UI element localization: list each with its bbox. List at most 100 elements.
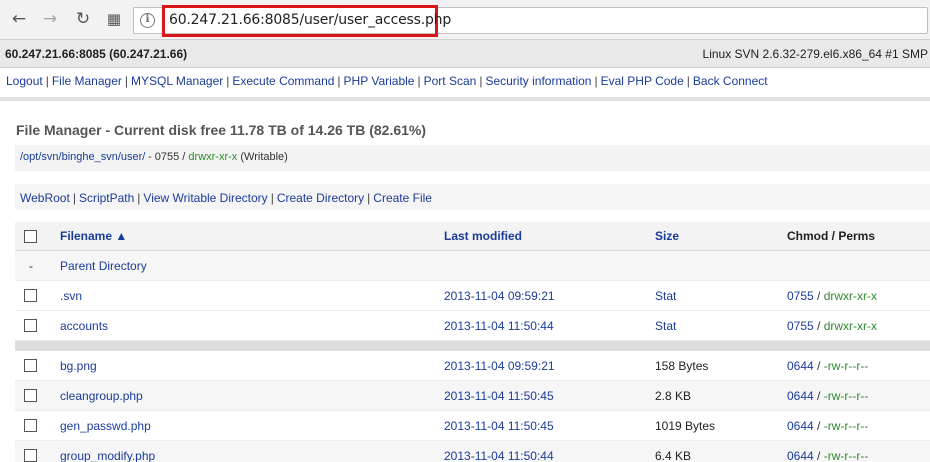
dir-name-link[interactable]: accounts xyxy=(60,319,108,333)
perm-string: -rw-r--r-- xyxy=(823,359,869,373)
parent-directory-link[interactable]: Parent Directory xyxy=(60,259,147,273)
modified-date-link[interactable]: 2013-11-04 11:50:44 xyxy=(444,449,554,462)
menu-php-variable[interactable]: PHP Variable xyxy=(344,74,415,88)
action-separator: | xyxy=(367,191,371,205)
file-name-link[interactable]: cleangroup.php xyxy=(60,389,143,403)
parent-directory-row: - Parent Directory xyxy=(15,251,930,281)
chmod-link[interactable]: 0755 xyxy=(787,289,814,303)
menu-separator: | xyxy=(594,74,598,88)
table-row: accounts 2013-11-04 11:50:44 Stat 0755 /… xyxy=(15,311,930,341)
reload-icon[interactable]: ↻ xyxy=(73,9,93,29)
menu-file-manager[interactable]: File Manager xyxy=(52,74,122,88)
parent-dash: - xyxy=(29,259,33,273)
perm-separator: / xyxy=(813,389,824,403)
os-label: Linux SVN 2.6.32-279.el6.x86_64 #1 SMP xyxy=(702,47,928,61)
row-checkbox[interactable] xyxy=(24,289,37,302)
perm-separator: / xyxy=(813,449,824,462)
back-arrow-icon[interactable]: ← xyxy=(9,9,29,29)
dir-name-link[interactable]: .svn xyxy=(60,289,82,303)
page-info-icon[interactable]: i xyxy=(140,13,155,28)
row-checkbox[interactable] xyxy=(24,449,37,462)
perm-string: drwxr-xr-x xyxy=(823,319,878,333)
writable-label: (Writable) xyxy=(237,151,288,163)
menu-execute-command[interactable]: Execute Command xyxy=(232,74,334,88)
chmod-link[interactable]: 0644 xyxy=(787,359,814,373)
path-permissions: - 0755 / drwxr-xr-x (Writable) xyxy=(145,151,288,163)
perm-separator: / xyxy=(813,419,824,433)
url-text[interactable]: 60.247.21.66:8085/user/user_access.php xyxy=(169,12,451,28)
page-title: File Manager - Current disk free 11.78 T… xyxy=(16,122,427,138)
forward-arrow-icon[interactable]: → xyxy=(40,9,60,29)
perm-string: drwxr-xr-x xyxy=(823,289,878,303)
file-size: 2.8 KB xyxy=(655,389,692,403)
action-separator: | xyxy=(270,191,274,205)
menu-logout[interactable]: Logout xyxy=(6,74,43,88)
menu-mysql-manager[interactable]: MYSQL Manager xyxy=(131,74,223,88)
perm-cell: 0755 / drwxr-xr-x xyxy=(787,319,877,333)
address-bar[interactable]: i 60.247.21.66:8085/user/user_access.php xyxy=(133,5,928,37)
menu-separator: | xyxy=(226,74,230,88)
section-divider xyxy=(0,97,930,101)
action-separator: | xyxy=(72,191,76,205)
perm-string: -rw-r--r-- xyxy=(823,449,869,462)
create-file-link[interactable]: Create File xyxy=(373,191,432,205)
file-size: 6.4 KB xyxy=(655,449,692,462)
table-row: .svn 2013-11-04 09:59:21 Stat 0755 / drw… xyxy=(15,281,930,311)
menu-port-scan[interactable]: Port Scan xyxy=(424,74,477,88)
dir-file-divider xyxy=(15,341,930,351)
chmod-link[interactable]: 0755 xyxy=(787,319,814,333)
chmod-link[interactable]: 0644 xyxy=(787,449,814,462)
menu-separator: | xyxy=(686,74,690,88)
modified-date-link[interactable]: 2013-11-04 11:50:44 xyxy=(444,319,554,333)
scriptpath-link[interactable]: ScriptPath xyxy=(79,191,134,205)
sort-modified-header[interactable]: Last modified xyxy=(444,229,522,243)
apps-grid-icon[interactable]: ▦ xyxy=(104,9,124,29)
table-row: cleangroup.php 2013-11-04 11:50:45 2.8 K… xyxy=(15,381,930,411)
file-name-link[interactable]: bg.png xyxy=(60,359,97,373)
perm-separator: / xyxy=(813,289,824,303)
menu-separator: | xyxy=(417,74,421,88)
perm-string: -rw-r--r-- xyxy=(823,419,869,433)
tool-menu: Logout | File Manager | MYSQL Manager | Execut… xyxy=(6,74,768,88)
row-checkbox[interactable] xyxy=(24,319,37,332)
sort-size-header[interactable]: Size xyxy=(655,229,679,243)
chmod-link[interactable]: 0644 xyxy=(787,419,814,433)
file-name-link[interactable]: gen_passwd.php xyxy=(60,419,151,433)
modified-date-link[interactable]: 2013-11-04 09:59:21 xyxy=(444,289,555,303)
path-bar: /opt/svn/binghe_svn/user/ - 0755 / drwxr… xyxy=(15,145,930,171)
menu-separator: | xyxy=(337,74,341,88)
table-row: group_modify.php 2013-11-04 11:50:44 6.4… xyxy=(15,441,930,462)
file-name-link[interactable]: group_modify.php xyxy=(60,449,155,462)
file-size: 158 Bytes xyxy=(655,359,709,373)
menu-security-information[interactable]: Security information xyxy=(485,74,591,88)
perm-string: -rw-r--r-- xyxy=(823,389,869,403)
perm-cell: 0644 / -rw-r--r-- xyxy=(787,359,868,373)
current-path-link[interactable]: /opt/svn/binghe_svn/user/ xyxy=(20,151,145,163)
create-directory-link[interactable]: Create Directory xyxy=(277,191,364,205)
menu-eval-php-code[interactable]: Eval PHP Code xyxy=(601,74,684,88)
perm-cell: 0644 / -rw-r--r-- xyxy=(787,449,868,462)
perm-cell: 0644 / -rw-r--r-- xyxy=(787,419,868,433)
sort-filename-header[interactable]: Filename ▲ xyxy=(60,229,127,243)
stat-link[interactable]: Stat xyxy=(655,319,676,333)
perm-cell: 0755 / drwxr-xr-x xyxy=(787,289,877,303)
host-label: 60.247.21.66:8085 (60.247.21.66) xyxy=(5,47,188,61)
modified-date-link[interactable]: 2013-11-04 11:50:45 xyxy=(444,389,554,403)
stat-link[interactable]: Stat xyxy=(655,289,676,303)
chmod-link[interactable]: 0644 xyxy=(787,389,814,403)
row-checkbox[interactable] xyxy=(24,359,37,372)
modified-date-link[interactable]: 2013-11-04 09:59:21 xyxy=(444,359,555,373)
table-row: bg.png 2013-11-04 09:59:21 158 Bytes 064… xyxy=(15,351,930,381)
file-table: Filename ▲ Last modified Size Chmod / Pe… xyxy=(15,222,930,462)
row-checkbox[interactable] xyxy=(24,419,37,432)
menu-back-connect[interactable]: Back Connect xyxy=(693,74,768,88)
select-all-checkbox[interactable] xyxy=(24,230,37,243)
perm-separator: / xyxy=(813,319,824,333)
table-row: gen_passwd.php 2013-11-04 11:50:45 1019 … xyxy=(15,411,930,441)
view-writable-directory-link[interactable]: View Writable Directory xyxy=(143,191,267,205)
modified-date-link[interactable]: 2013-11-04 11:50:45 xyxy=(444,419,554,433)
menu-separator: | xyxy=(124,74,128,88)
path-mode: - 0755 / xyxy=(145,151,189,163)
row-checkbox[interactable] xyxy=(24,389,37,402)
webroot-link[interactable]: WebRoot xyxy=(20,191,70,205)
